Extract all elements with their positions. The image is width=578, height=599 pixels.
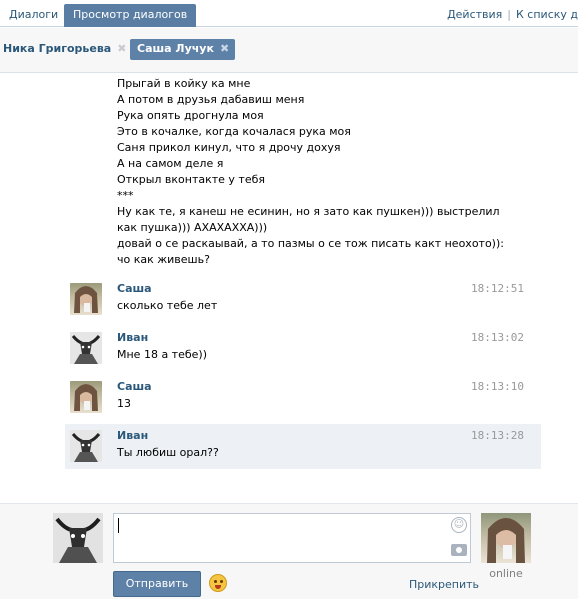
message-line: Рука опять дрогнула моя xyxy=(117,109,264,122)
close-icon[interactable]: ✖ xyxy=(117,42,126,55)
message-line: чо как живешь? xyxy=(117,253,210,266)
message-line: Это в кочалке, когда кочалася рука моя xyxy=(117,125,351,138)
message-row[interactable]: Иван 18:13:02 Мне 18 а тебе)) xyxy=(65,326,541,371)
attach-link[interactable]: Прикрепить xyxy=(409,578,479,591)
message-author[interactable]: Иван xyxy=(117,331,148,344)
online-status: online xyxy=(489,567,523,580)
message-line: Саня прикол кинул, что я дрочу дохуя xyxy=(117,141,341,154)
avatar[interactable] xyxy=(70,332,102,364)
message-time: 18:12:51 xyxy=(471,282,524,295)
peer-tab-label: Ника Григорьева xyxy=(3,42,112,55)
message-row[interactable]: Иван 18:13:28 Ты любиш орал?? xyxy=(65,424,541,469)
peer-tab-bar: Ника Григорьева ✖ Саша Лучук ✖ xyxy=(0,28,578,73)
peer-tab-nika[interactable]: Ника Григорьева ✖ xyxy=(3,39,126,60)
send-button[interactable]: Отправить xyxy=(113,571,201,597)
my-avatar[interactable] xyxy=(53,513,103,563)
camera-icon[interactable] xyxy=(451,544,467,556)
message-line: довай о се раскаывай, а то пазмы о се то… xyxy=(117,237,504,250)
peer-avatar[interactable] xyxy=(481,513,531,563)
message-author[interactable]: Иван xyxy=(117,429,148,442)
peer-tab-sasha[interactable]: Саша Лучук ✖ xyxy=(130,39,236,60)
message-line: *** xyxy=(117,189,134,202)
message-line: А потом в друзья дабавиш меня xyxy=(117,93,305,106)
link-separator: | xyxy=(507,8,511,21)
text-cursor xyxy=(118,518,119,533)
close-icon[interactable]: ✖ xyxy=(220,42,229,55)
message-author[interactable]: Саша xyxy=(117,282,152,295)
actions-link[interactable]: Действия xyxy=(447,8,502,21)
tab-view-dialogs[interactable]: Просмотр диалогов xyxy=(64,4,197,27)
tab-dialogs[interactable]: Диалоги xyxy=(0,4,67,27)
message-line: Открыл вконтакте у тебя xyxy=(117,173,266,186)
message-time: 18:13:28 xyxy=(471,429,524,442)
message-time: 18:13:02 xyxy=(471,331,524,344)
message-row[interactable]: Саша 18:12:51 сколько тебе лет xyxy=(65,277,541,322)
top-links: Действия | К списку д xyxy=(447,8,578,21)
message-author[interactable]: Саша xyxy=(117,380,152,393)
smile-icon[interactable]: ☺ xyxy=(451,517,467,533)
message-history[interactable]: Прыгай в койку ка мне А потом в друзья д… xyxy=(0,74,578,502)
message-time: 18:13:10 xyxy=(471,380,524,393)
message-line: Ну как те, я канеш не есинин, но я зато … xyxy=(117,205,500,218)
long-message-text: Прыгай в койку ка мне А потом в друзья д… xyxy=(117,76,517,268)
message-text: сколько тебе лет xyxy=(117,299,218,312)
avatar[interactable] xyxy=(70,283,102,315)
compose-area: ☺ online Отправить Прикрепить xyxy=(0,503,578,599)
message-line: Прыгай в койку ка мне xyxy=(117,77,251,90)
emoji-icon[interactable] xyxy=(209,574,227,592)
to-list-link[interactable]: К списку д xyxy=(516,8,578,21)
message-line: А на самом деле я xyxy=(117,157,224,170)
avatar[interactable] xyxy=(70,381,102,413)
message-text: Мне 18 а тебе)) xyxy=(117,348,207,361)
message-row[interactable]: Саша 18:13:10 13 xyxy=(65,375,541,420)
peer-tab-label: Саша Лучук xyxy=(137,42,214,55)
top-tab-bar: Диалоги Просмотр диалогов Действия | К спи… xyxy=(0,0,578,27)
avatar[interactable] xyxy=(70,430,102,462)
message-line: как пушка))) АХАХАХХА))) xyxy=(117,221,268,234)
message-input[interactable] xyxy=(113,513,471,563)
message-text: Ты любиш орал?? xyxy=(117,446,219,459)
message-text: 13 xyxy=(117,397,131,410)
